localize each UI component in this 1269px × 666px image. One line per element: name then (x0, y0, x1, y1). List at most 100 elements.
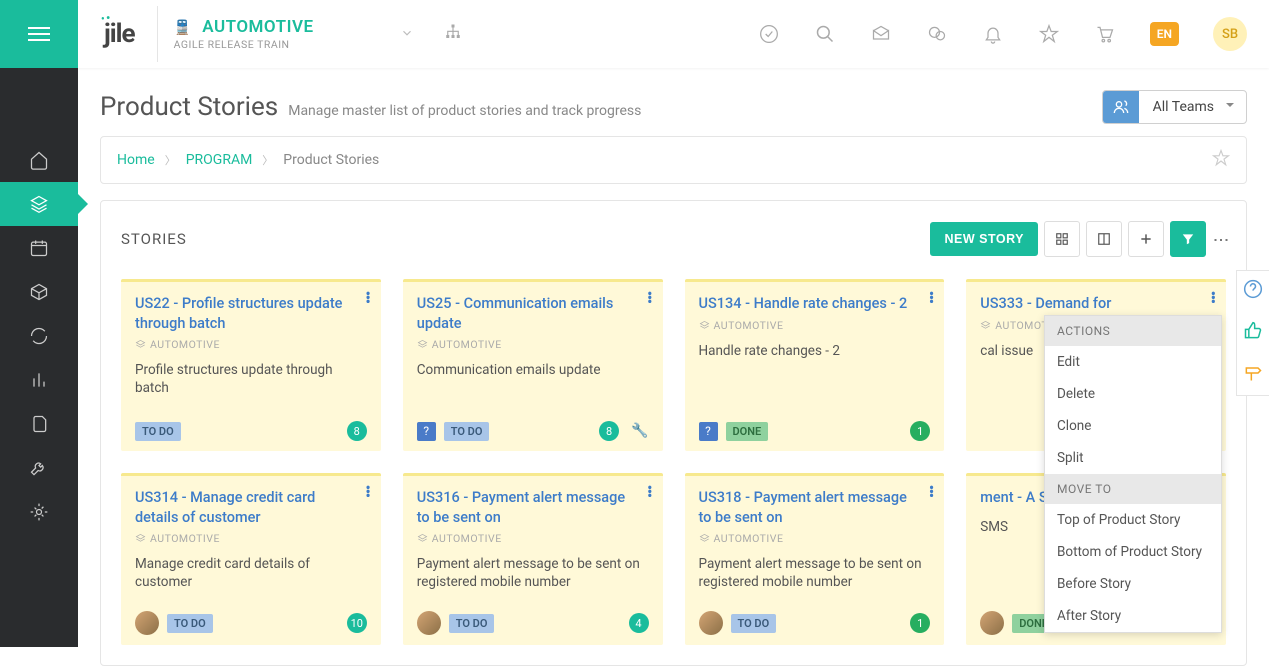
card-menu-button[interactable]: ••• (647, 292, 652, 304)
layers-mini-icon (135, 339, 146, 350)
story-card[interactable]: •••US25 - Communication emails update AUT… (403, 279, 663, 451)
card-menu-button[interactable]: ••• (929, 292, 934, 304)
left-sidebar (0, 0, 78, 647)
ctx-action-item[interactable]: Clone (1045, 410, 1221, 442)
ctx-move-item[interactable]: Before Story (1045, 568, 1221, 600)
sidebar-item-calendar[interactable] (0, 226, 78, 270)
story-card[interactable]: •••US22 - Profile structures update thro… (121, 279, 381, 451)
story-title[interactable]: US333 - Demand for (980, 294, 1212, 314)
users-icon (1113, 99, 1129, 115)
story-card[interactable]: •••US318 - Payment alert message to be s… (685, 473, 945, 645)
bar-chart-icon (29, 370, 49, 390)
team-selector[interactable]: All Teams (1102, 90, 1247, 124)
view-columns-button[interactable] (1086, 221, 1122, 257)
team-label: All Teams (1139, 91, 1246, 123)
ctx-action-item[interactable]: Delete (1045, 378, 1221, 410)
layers-mini-icon (417, 533, 428, 544)
layers-icon (29, 194, 49, 214)
feedback-button[interactable] (1243, 321, 1263, 345)
box-icon (29, 282, 49, 302)
sidebar-item-sync[interactable] (0, 314, 78, 358)
context-menu: ACTIONSEditDeleteCloneSplitMOVE TOTop of… (1044, 315, 1222, 633)
card-menu-button[interactable]: ••• (647, 486, 652, 498)
project-selector[interactable]: 🚆 AUTOMOTIVE AGILE RELEASE TRAIN (157, 6, 330, 62)
breadcrumb-home[interactable]: Home (117, 152, 155, 168)
toolbar-more-button[interactable]: ⋮ (1212, 232, 1226, 246)
story-title[interactable]: US134 - Handle rate changes - 2 (699, 294, 931, 314)
calendar-icon (29, 238, 49, 258)
topbar-bell-button[interactable] (982, 23, 1004, 45)
ctx-move-label: MOVE TO (1045, 474, 1221, 504)
story-footer: ?DONE1 (699, 411, 931, 441)
sidebar-item-wrench[interactable] (0, 446, 78, 490)
hamburger-menu[interactable] (0, 0, 78, 68)
brand-area[interactable]: jile (78, 0, 157, 68)
assignee-avatar[interactable] (135, 611, 159, 635)
story-card[interactable]: •••US314 - Manage credit card details of… (121, 473, 381, 645)
sidebar-item-box[interactable] (0, 270, 78, 314)
layers-mini-icon (699, 533, 710, 544)
story-description: Payment alert message to be sent on regi… (417, 555, 649, 591)
card-menu-button[interactable]: ••• (365, 292, 370, 304)
filter-button[interactable] (1170, 221, 1206, 257)
topbar-star-button[interactable] (1038, 23, 1060, 45)
breadcrumb-star[interactable] (1212, 149, 1230, 171)
signpost-button[interactable] (1243, 363, 1263, 387)
story-count-badge: 8 (347, 421, 367, 441)
project-chevron[interactable] (400, 25, 414, 44)
topbar-checkmark-button[interactable] (758, 23, 780, 45)
story-title[interactable]: US316 - Payment alert message to be sent… (417, 488, 649, 527)
sync-icon (29, 326, 49, 346)
language-button[interactable]: EN (1150, 22, 1179, 46)
assignee-avatar[interactable] (417, 611, 441, 635)
topbar-inbox-button[interactable] (870, 23, 892, 45)
sidebar-item-analytics[interactable] (0, 358, 78, 402)
chevron-down-icon (400, 26, 414, 40)
user-avatar-button[interactable]: SB (1213, 17, 1247, 51)
status-badge: DONE (726, 422, 769, 441)
story-count-badge: 1 (910, 613, 930, 633)
assignee-avatar[interactable] (699, 611, 723, 635)
breadcrumb-program[interactable]: PROGRAM (186, 152, 253, 168)
card-menu-button[interactable]: ••• (1211, 292, 1216, 304)
plus-icon (1139, 232, 1153, 246)
topbar-chat-button[interactable] (926, 23, 948, 45)
thumbs-up-icon (1243, 321, 1263, 341)
story-project: AUTOMOTIVE (417, 532, 649, 545)
star-icon (1039, 24, 1059, 44)
sidebar-item-home[interactable] (0, 138, 78, 182)
add-button[interactable] (1128, 221, 1164, 257)
sidebar-item-files[interactable] (0, 402, 78, 446)
story-title[interactable]: US22 - Profile structures update through… (135, 294, 367, 333)
gear-icon (29, 502, 49, 522)
ctx-move-item[interactable]: Bottom of Product Story (1045, 536, 1221, 568)
hierarchy-button[interactable] (444, 23, 462, 45)
new-story-button[interactable]: NEW STORY (930, 222, 1038, 256)
story-title[interactable]: US318 - Payment alert message to be sent… (699, 488, 931, 527)
sidebar-item-settings[interactable] (0, 490, 78, 534)
story-title[interactable]: US314 - Manage credit card details of cu… (135, 488, 367, 527)
help-button[interactable] (1243, 279, 1263, 303)
story-project: AUTOMOTIVE (135, 338, 367, 351)
story-project: AUTOMOTIVE (699, 532, 931, 545)
story-footer: TO DO8 (135, 411, 367, 441)
story-card[interactable]: •••US316 - Payment alert message to be s… (403, 473, 663, 645)
project-name-text: AUTOMOTIVE (202, 17, 313, 37)
ctx-move-item[interactable]: After Story (1045, 600, 1221, 632)
story-project: AUTOMOTIVE (417, 338, 649, 351)
assignee-avatar[interactable] (980, 611, 1004, 635)
story-description: Communication emails update (417, 361, 649, 379)
topbar-search-button[interactable] (814, 23, 836, 45)
story-type-icon: ? (417, 422, 436, 441)
card-menu-button[interactable]: ••• (929, 486, 934, 498)
ctx-action-item[interactable]: Edit (1045, 346, 1221, 378)
ctx-move-item[interactable]: Top of Product Story (1045, 504, 1221, 536)
inbox-icon (871, 24, 891, 44)
view-grid-button[interactable] (1044, 221, 1080, 257)
ctx-action-item[interactable]: Split (1045, 442, 1221, 474)
story-card[interactable]: •••US134 - Handle rate changes - 2AUTOMO… (685, 279, 945, 451)
card-menu-button[interactable]: ••• (365, 486, 370, 498)
story-title[interactable]: US25 - Communication emails update (417, 294, 649, 333)
topbar-cart-button[interactable] (1094, 23, 1116, 45)
sidebar-item-layers[interactable] (0, 182, 78, 226)
